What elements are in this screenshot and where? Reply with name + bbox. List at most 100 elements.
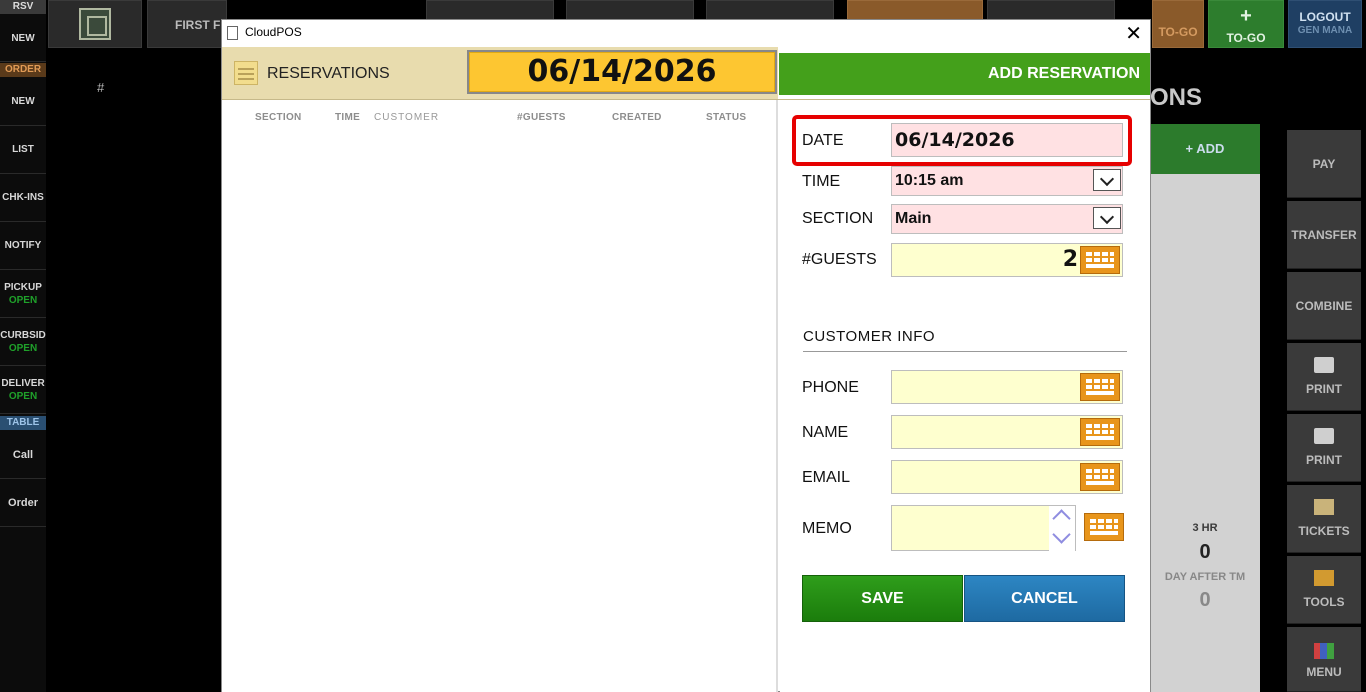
email-label: EMAIL	[802, 469, 851, 486]
column-header-guests[interactable]: #GUESTS	[517, 112, 566, 123]
date-banner[interactable]: 06/14/2026	[467, 50, 777, 94]
tools-label: TOOLS	[1303, 595, 1345, 609]
guests-label: #GUESTS	[802, 251, 877, 268]
pay-label: PAY	[1312, 157, 1336, 171]
time-select[interactable]: 10:15 am	[891, 166, 1123, 196]
customer-info-divider	[803, 351, 1127, 352]
window-titlebar: CloudPOS ✕	[222, 20, 1150, 46]
menu-button[interactable]: MENU	[1287, 627, 1361, 692]
delivery-status: OPEN	[8, 391, 38, 402]
print-button-2[interactable]: PRINT	[1287, 414, 1361, 482]
plus-icon: +	[1240, 5, 1252, 27]
memo-label: MEMO	[802, 520, 852, 537]
tickets-button[interactable]: TICKETS	[1287, 485, 1361, 553]
save-button[interactable]: SAVE	[802, 575, 963, 622]
sidebar-pickup[interactable]: PICKUP OPEN	[0, 270, 46, 318]
chevron-down-icon[interactable]	[1093, 207, 1121, 229]
stat-day-after-value: 0	[1199, 589, 1211, 611]
memo-scroll-arrows-icon[interactable]	[1049, 506, 1075, 552]
document-icon	[227, 26, 238, 40]
logout-label: LOGOUT	[1299, 10, 1351, 24]
reservations-dialog: CloudPOS ✕ RESERVATIONS 06/14/2026 ADD R…	[221, 19, 1151, 692]
stat-3hr-label: 3 HR	[1192, 522, 1218, 534]
menu-label: MENU	[1306, 665, 1342, 679]
logo-icon	[79, 8, 111, 40]
app-root: RSV NEW ORDER NEW LIST CHK-INS NOTIFY PI…	[0, 0, 1366, 692]
column-header-created[interactable]: CREATED	[612, 112, 662, 123]
add-reservation-button[interactable]: ADD RESERVATION	[779, 53, 1150, 95]
table-header: TABLE	[0, 416, 46, 430]
window-title: CloudPOS	[245, 25, 302, 39]
printer-icon	[1314, 357, 1334, 373]
order-header: ORDER	[0, 63, 46, 77]
to-go-tile-2[interactable]: + TO-GO	[1208, 0, 1284, 48]
column-header-status[interactable]: STATUS	[706, 112, 746, 123]
keyboard-icon[interactable]	[1080, 373, 1120, 401]
transfer-label: TRANSFER	[1291, 228, 1357, 242]
delivery-label: DELIVER	[1, 378, 45, 389]
printer-icon	[1314, 428, 1334, 444]
logo-tile[interactable]	[48, 0, 142, 48]
column-header-customer[interactable]: CUSTOMER	[374, 112, 439, 123]
logout-tile[interactable]: LOGOUT GEN MANA	[1288, 0, 1362, 48]
bg-section-title: ONS	[1150, 84, 1203, 111]
stat-3hr-value: 0	[1199, 541, 1211, 563]
left-sidebar: RSV NEW ORDER NEW LIST CHK-INS NOTIFY PI…	[0, 0, 46, 692]
pay-button[interactable]: PAY	[1287, 130, 1361, 198]
date-highlight-box	[792, 115, 1132, 166]
name-label: NAME	[802, 424, 849, 441]
phone-label: PHONE	[802, 379, 859, 396]
pickup-label: PICKUP	[4, 282, 42, 293]
sidebar-list[interactable]: LIST	[0, 126, 46, 174]
keyboard-icon[interactable]	[1080, 418, 1120, 446]
sidebar-notify[interactable]: NOTIFY	[0, 222, 46, 270]
time-label: TIME	[802, 173, 841, 190]
section-select[interactable]: Main	[891, 204, 1123, 234]
to-go-tile-1[interactable]: TO-GO	[1152, 0, 1204, 48]
tickets-label: TICKETS	[1298, 524, 1350, 538]
curbside-status: OPEN	[8, 343, 38, 354]
first-floor-label: FIRST F	[175, 18, 221, 32]
sidebar-delivery[interactable]: DELIVER OPEN	[0, 366, 46, 414]
bg-add-button[interactable]: + ADD	[1150, 124, 1260, 174]
bg-stats-panel	[1150, 174, 1260, 692]
curbside-label: CURBSID	[0, 330, 46, 341]
logout-user: GEN MANA	[1297, 25, 1353, 36]
print-button-1[interactable]: PRINT	[1287, 343, 1361, 411]
keyboard-icon[interactable]	[1080, 246, 1120, 274]
combine-label: COMBINE	[1295, 299, 1353, 313]
to-go-label-1: TO-GO	[1158, 25, 1198, 39]
cancel-button[interactable]: CANCEL	[964, 575, 1125, 622]
chevron-down-icon[interactable]	[1093, 169, 1121, 191]
to-go-label-2: TO-GO	[1226, 31, 1266, 45]
pickup-status: OPEN	[8, 295, 38, 306]
close-icon[interactable]: ✕	[1125, 21, 1142, 46]
reservations-list[interactable]: SECTION TIME CUSTOMER #GUESTS CREATED ST…	[222, 100, 778, 692]
tools-button[interactable]: TOOLS	[1287, 556, 1361, 624]
toolbox-icon	[1314, 570, 1334, 586]
notepad-icon	[234, 61, 258, 85]
keyboard-icon[interactable]	[1084, 513, 1124, 541]
combine-button[interactable]: COMBINE	[1287, 272, 1361, 340]
sidebar-chk-ins[interactable]: CHK-INS	[0, 174, 46, 222]
transfer-button[interactable]: TRANSFER	[1287, 201, 1361, 269]
ticket-icon	[1314, 499, 1334, 515]
customer-info-title: CUSTOMER INFO	[803, 328, 936, 345]
section-label: SECTION	[802, 210, 874, 227]
sidebar-curbside[interactable]: CURBSID OPEN	[0, 318, 46, 366]
column-header-time[interactable]: TIME	[335, 112, 360, 123]
reservation-form: DATE 06/14/2026 TIME 10:15 am SECTION Ma…	[780, 100, 1150, 692]
sidebar-call[interactable]: Call	[0, 431, 46, 479]
print-label-2: PRINT	[1306, 453, 1342, 467]
reservations-title: RESERVATIONS	[267, 65, 390, 82]
sidebar-order-new[interactable]: NEW	[0, 78, 46, 126]
rsv-header: RSV	[0, 0, 46, 14]
column-header-section[interactable]: SECTION	[255, 112, 302, 123]
sidebar-order[interactable]: Order	[0, 479, 46, 527]
first-floor-tab[interactable]: FIRST F	[147, 0, 227, 48]
sidebar-rsv-new[interactable]: NEW	[0, 14, 46, 62]
time-select-value: 10:15 am	[895, 172, 964, 189]
keyboard-icon[interactable]	[1080, 463, 1120, 491]
table-number-header: #	[97, 80, 105, 95]
menu-chart-icon	[1314, 643, 1334, 659]
